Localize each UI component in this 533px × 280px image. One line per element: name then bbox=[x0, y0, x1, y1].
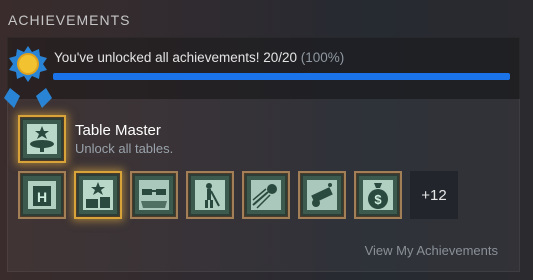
progress-bar-fill bbox=[53, 73, 510, 80]
progress-bar bbox=[53, 73, 510, 80]
flying-ball-icon[interactable] bbox=[242, 171, 290, 219]
featured-achievement-icon[interactable] bbox=[18, 115, 66, 163]
featured-achievement-title: Table Master bbox=[75, 122, 161, 139]
view-my-achievements-link[interactable]: View My Achievements bbox=[365, 243, 498, 258]
cannon-icon[interactable] bbox=[298, 171, 346, 219]
section-title: ACHIEVEMENTS bbox=[8, 12, 131, 28]
achievement-icon-row: H $ +12 bbox=[18, 171, 458, 219]
progress-percent: (100%) bbox=[300, 50, 345, 65]
hotel-sign-icon[interactable]: H bbox=[18, 171, 66, 219]
svg-text:$: $ bbox=[374, 192, 382, 207]
progress-box bbox=[7, 37, 520, 99]
sunglasses-icon[interactable] bbox=[130, 171, 178, 219]
progress-text: You've unlocked all achievements! 20/20 … bbox=[54, 50, 344, 65]
money-bag-icon[interactable]: $ bbox=[354, 171, 402, 219]
progress-summary: You've unlocked all achievements! 20/20 bbox=[54, 50, 297, 65]
more-achievements-badge[interactable]: +12 bbox=[410, 171, 458, 219]
featured-achievement-description: Unlock all tables. bbox=[75, 141, 174, 156]
svg-text:H: H bbox=[37, 189, 47, 205]
award-ribbon-icon bbox=[4, 40, 52, 112]
golfer-icon[interactable] bbox=[186, 171, 234, 219]
table-star-icon[interactable] bbox=[74, 171, 122, 219]
